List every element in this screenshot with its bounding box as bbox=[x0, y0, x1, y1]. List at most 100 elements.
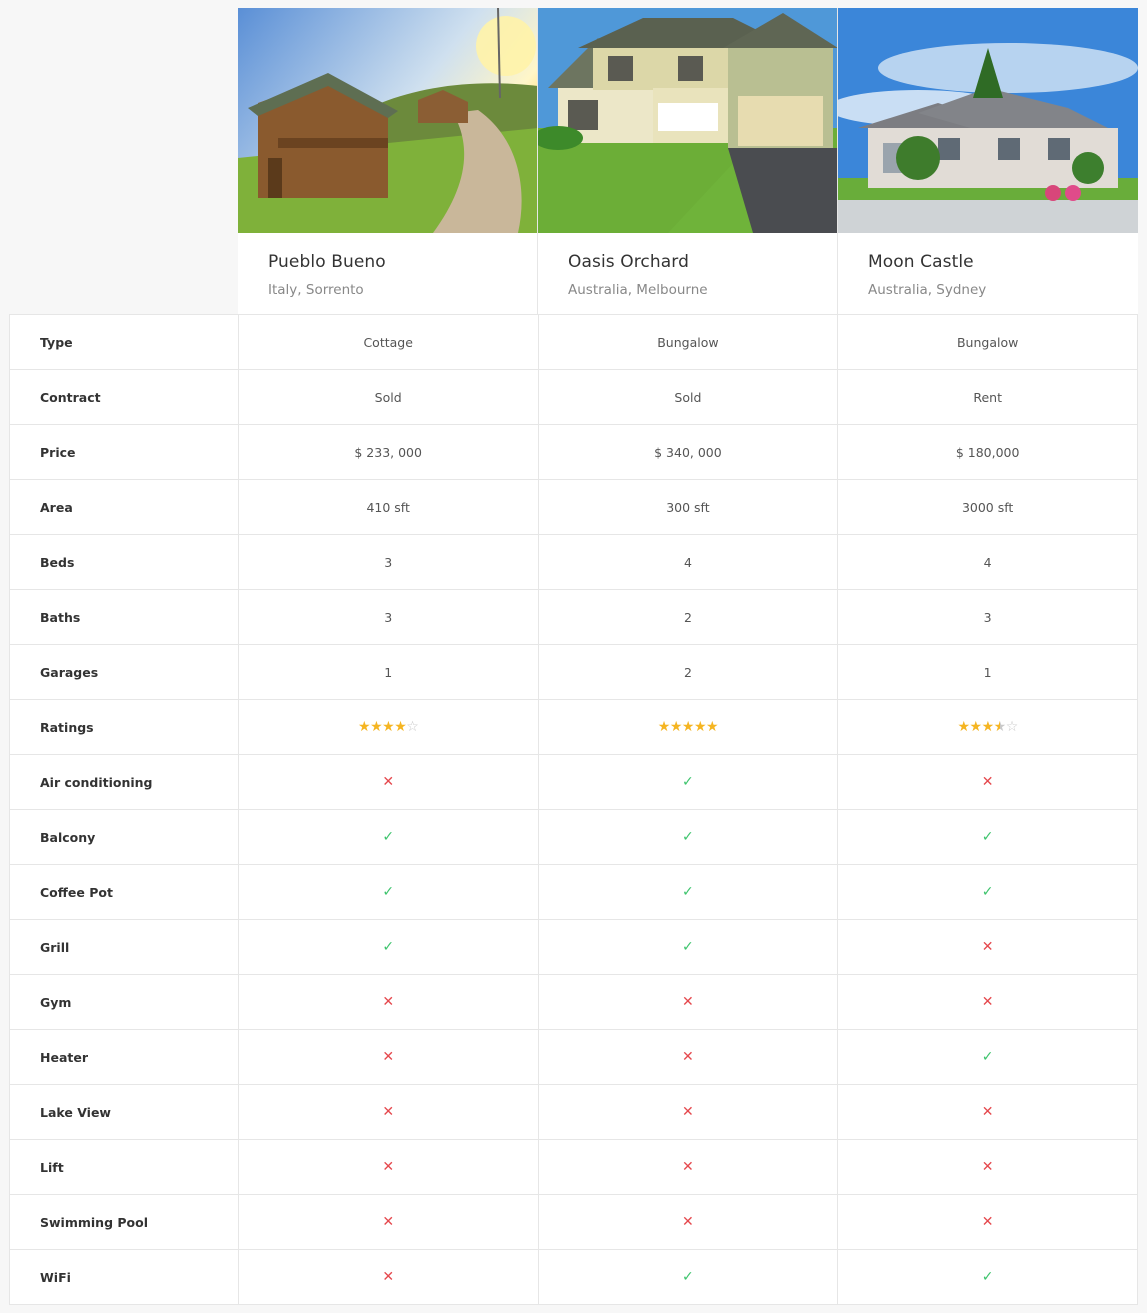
row-label: Price bbox=[10, 425, 239, 479]
feature-value: ✓ bbox=[539, 1250, 839, 1304]
star-icon: ★ bbox=[358, 719, 371, 735]
star-icon: ★ bbox=[382, 719, 395, 735]
check-icon: ✓ bbox=[682, 884, 694, 900]
cross-icon: ✕ bbox=[682, 994, 694, 1010]
star-icon: ★ bbox=[394, 719, 407, 735]
row-label: WiFi bbox=[10, 1250, 239, 1304]
row-label: Type bbox=[10, 315, 239, 369]
check-icon: ✓ bbox=[382, 939, 395, 955]
feature-value: ✕ bbox=[838, 1085, 1139, 1139]
row-value: 3 bbox=[239, 590, 539, 644]
star-icon: ☆ bbox=[1005, 719, 1019, 735]
check-icon: ✓ bbox=[981, 1049, 994, 1065]
feature-value: ✓ bbox=[539, 865, 839, 919]
feature-value: ✕ bbox=[239, 755, 539, 809]
feature-value: ✓ bbox=[539, 810, 839, 864]
check-icon: ✓ bbox=[682, 774, 694, 790]
row-value: Bungalow bbox=[539, 315, 839, 369]
feature-value: ✕ bbox=[239, 1140, 539, 1194]
feature-value: ✓ bbox=[838, 810, 1139, 864]
feature-value: ✕ bbox=[239, 1085, 539, 1139]
row-value: 2 bbox=[539, 590, 839, 644]
row-label: Gym bbox=[10, 975, 239, 1029]
star-rating: ★★★★☆ bbox=[957, 719, 1019, 735]
star-icon: ☆ bbox=[406, 719, 419, 735]
feature-value: ✕ bbox=[838, 1140, 1139, 1194]
cross-icon: ✕ bbox=[382, 1269, 395, 1285]
check-icon: ✓ bbox=[382, 884, 395, 900]
row-value: $ 180,000 bbox=[838, 425, 1139, 479]
star-icon: ★ bbox=[957, 719, 970, 735]
star-icon: ★ bbox=[981, 719, 995, 735]
table-row: Price $ 233, 000 $ 340, 000 $ 180,000 bbox=[10, 425, 1139, 480]
feature-value: ✕ bbox=[239, 1250, 539, 1304]
table-row: Beds 3 4 4 bbox=[10, 535, 1139, 590]
feature-value: ✕ bbox=[539, 1195, 839, 1249]
row-value: 3000 sft bbox=[838, 480, 1139, 534]
cross-icon: ✕ bbox=[981, 1159, 994, 1175]
feature-value: ✕ bbox=[539, 1140, 839, 1194]
star-icon: ★ bbox=[693, 719, 707, 735]
feature-value: ✕ bbox=[838, 755, 1139, 809]
table-row: Area 410 sft 300 sft 3000 sft bbox=[10, 480, 1139, 535]
star-icon: ★ bbox=[370, 719, 383, 735]
star-icon: ★ bbox=[669, 719, 683, 735]
star-icon: ★ bbox=[657, 719, 671, 735]
row-label: Area bbox=[10, 480, 239, 534]
row-value: 4 bbox=[838, 535, 1139, 589]
row-value: 3 bbox=[838, 590, 1139, 644]
property-title[interactable]: Pueblo Bueno bbox=[268, 251, 507, 273]
row-value: 3 bbox=[239, 535, 539, 589]
property-photo-oasis-orchard[interactable] bbox=[538, 8, 837, 233]
row-label: Ratings bbox=[10, 700, 239, 754]
property-title[interactable]: Oasis Orchard bbox=[568, 251, 807, 273]
row-value: Rent bbox=[838, 370, 1139, 424]
cross-icon: ✕ bbox=[682, 1049, 694, 1065]
feature-value: ✕ bbox=[239, 1195, 539, 1249]
star-icon: ★ bbox=[969, 719, 983, 735]
feature-value: ✕ bbox=[539, 975, 839, 1029]
cross-icon: ✕ bbox=[382, 1049, 395, 1065]
cross-icon: ✕ bbox=[682, 1159, 694, 1175]
table-row: Heater ✕ ✕ ✓ bbox=[10, 1030, 1139, 1085]
feature-value: ✕ bbox=[539, 1030, 839, 1084]
rating-stars: ★★★★★ bbox=[539, 700, 839, 754]
property-photo-moon-castle[interactable] bbox=[838, 8, 1138, 233]
row-value: Sold bbox=[539, 370, 839, 424]
row-value: Cottage bbox=[239, 315, 539, 369]
row-label: Grill bbox=[10, 920, 239, 974]
row-label: Coffee Pot bbox=[10, 865, 239, 919]
feature-value: ✕ bbox=[239, 975, 539, 1029]
check-icon: ✓ bbox=[682, 829, 694, 845]
suburban-bungalow-image bbox=[538, 8, 837, 233]
table-row: Type Cottage Bungalow Bungalow bbox=[10, 315, 1139, 370]
rating-stars: ★★★★☆ bbox=[838, 700, 1139, 754]
cross-icon: ✕ bbox=[981, 1104, 994, 1120]
table-row: Swimming Pool ✕ ✕ ✕ bbox=[10, 1195, 1139, 1250]
property-title[interactable]: Moon Castle bbox=[868, 251, 1108, 273]
cross-icon: ✕ bbox=[382, 994, 395, 1010]
row-value: 2 bbox=[539, 645, 839, 699]
star-icon: ★ bbox=[706, 719, 719, 735]
table-row: Baths 3 2 3 bbox=[10, 590, 1139, 645]
row-label: Swimming Pool bbox=[10, 1195, 239, 1249]
property-card: Pueblo Bueno Italy, Sorrento bbox=[238, 8, 538, 314]
table-row: Coffee Pot ✓ ✓ ✓ bbox=[10, 865, 1139, 920]
check-icon: ✓ bbox=[981, 829, 994, 845]
feature-value: ✓ bbox=[239, 920, 539, 974]
feature-value: ✓ bbox=[838, 1250, 1139, 1304]
table-row: Lift ✕ ✕ ✕ bbox=[10, 1140, 1139, 1195]
row-label: Contract bbox=[10, 370, 239, 424]
cross-icon: ✕ bbox=[382, 1104, 395, 1120]
table-row: Gym ✕ ✕ ✕ bbox=[10, 975, 1139, 1030]
property-compare-page: Pueblo Bueno Italy, Sorrento Oasis Orcha… bbox=[0, 0, 1147, 1313]
row-label: Lake View bbox=[10, 1085, 239, 1139]
row-label: Garages bbox=[10, 645, 239, 699]
cross-icon: ✕ bbox=[981, 1214, 994, 1230]
property-photo-pueblo-bueno[interactable] bbox=[238, 8, 537, 233]
check-icon: ✓ bbox=[382, 829, 395, 845]
cross-icon: ✕ bbox=[382, 774, 395, 790]
feature-value: ✕ bbox=[838, 920, 1139, 974]
cross-icon: ✕ bbox=[981, 774, 994, 790]
row-value: $ 233, 000 bbox=[239, 425, 539, 479]
